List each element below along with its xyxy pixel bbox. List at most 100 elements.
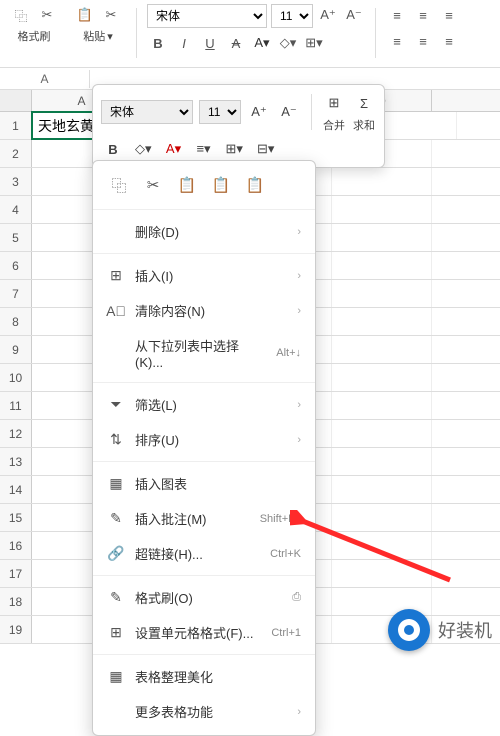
cell[interactable] [332,224,432,251]
menu-item-icon: ⇅ [107,431,125,449]
row-header[interactable]: 13 [0,448,32,475]
row-header[interactable]: 12 [0,420,32,447]
mini-align-button[interactable]: ≡▾ [192,137,216,161]
mini-font-size-select[interactable]: 11 [199,100,241,124]
menu-item-label: 筛选(L) [135,395,287,414]
increase-font-icon[interactable]: A⁺ [317,4,339,26]
mini-increase-font-icon[interactable]: A⁺ [247,100,271,124]
context-menu-item[interactable]: 🔗超链接(H)...Ctrl+K [93,536,315,571]
row-header[interactable]: 7 [0,280,32,307]
context-menu-item[interactable]: ⊞设置单元格格式(F)...Ctrl+1 [93,615,315,650]
ribbon-group-paste: 📋 ✂ 粘贴▾ [70,4,126,44]
row-header[interactable]: 19 [0,616,32,643]
cell[interactable] [332,504,432,531]
row-header[interactable]: 4 [0,196,32,223]
row-header[interactable]: 5 [0,224,32,251]
watermark-text: 好装机 [438,617,492,643]
autosum-icon[interactable]: Σ [352,91,376,115]
bold-button[interactable]: B [147,32,169,54]
context-menu-item[interactable]: ▦表格整理美化 [93,659,315,694]
sum-label[interactable]: 求和 [353,117,375,133]
cell[interactable] [332,448,432,475]
cell[interactable] [332,168,432,195]
select-all-corner[interactable] [0,90,32,111]
format-painter-icon[interactable]: ✂ [36,4,58,26]
mini-font-color-button[interactable]: A▾ [162,137,186,161]
align-bottom-icon[interactable]: ≡ [438,4,460,26]
menu-item-label: 表格整理美化 [135,667,301,686]
mini-decrease-font-icon[interactable]: A⁻ [277,100,301,124]
context-menu-item[interactable]: 从下拉列表中选择(K)...Alt+↓ [93,328,315,378]
paste-values-icon[interactable]: 📋 [243,173,267,197]
underline-button[interactable]: U [199,32,221,54]
row-header[interactable]: 6 [0,252,32,279]
row-header[interactable]: 8 [0,308,32,335]
cut-icon[interactable]: ✂ [141,173,165,197]
context-menu-item[interactable]: ⏷筛选(L)› [93,387,315,422]
font-size-select[interactable]: 11 [271,4,313,28]
cell[interactable] [332,560,432,587]
mini-bold-button[interactable]: B [101,137,125,161]
merge-label[interactable]: 合并 [323,117,345,133]
cell[interactable] [332,252,432,279]
cell[interactable] [332,532,432,559]
copy-icon[interactable]: ⿻ [10,4,32,26]
row-header[interactable]: 14 [0,476,32,503]
decrease-font-icon[interactable]: A⁻ [343,4,365,26]
copy-icon[interactable]: ⿻ [107,173,131,197]
align-left-icon[interactable]: ≡ [386,30,408,52]
context-menu-item[interactable]: A⃠清除内容(N)› [93,293,315,328]
font-name-select[interactable]: 宋体 [147,4,267,28]
format-painter-label[interactable]: 格式刷 [18,28,51,44]
fill-color-button[interactable]: ◇▾ [277,32,299,54]
row-header[interactable]: 1 [0,112,32,139]
context-menu-item[interactable]: ⊞插入(I)› [93,258,315,293]
watermark-logo-icon [388,609,430,651]
context-menu-item[interactable]: 删除(D)› [93,214,315,249]
cut-icon[interactable]: ✂ [100,4,122,26]
cell[interactable] [332,392,432,419]
italic-button[interactable]: I [173,32,195,54]
mini-font-name-select[interactable]: 宋体 [101,100,193,124]
paste-icon[interactable]: 📋 [74,4,96,26]
format-painter-pin-icon[interactable]: ⎙ [292,591,301,604]
name-box[interactable]: A [0,70,90,88]
context-menu-item[interactable]: ⇅排序(U)› [93,422,315,457]
cell[interactable] [332,336,432,363]
menu-item-label: 从下拉列表中选择(K)... [135,336,266,370]
merge-cells-icon[interactable]: ⊞ [322,91,346,115]
border-button[interactable]: ⊞▾ [303,32,325,54]
mini-fill-button[interactable]: ◇▾ [131,137,156,161]
menu-item-icon: ⊞ [107,624,125,642]
row-header[interactable]: 17 [0,560,32,587]
align-middle-icon[interactable]: ≡ [412,4,434,26]
row-header[interactable]: 10 [0,364,32,391]
paste-label[interactable]: 粘贴▾ [83,28,113,44]
font-color-button[interactable]: A▾ [251,32,273,54]
cell[interactable] [332,196,432,223]
cell[interactable] [332,280,432,307]
row-header[interactable]: 18 [0,588,32,615]
row-header[interactable]: 2 [0,140,32,167]
cell[interactable] [332,420,432,447]
cell[interactable] [332,476,432,503]
row-header[interactable]: 11 [0,392,32,419]
context-menu-item[interactable]: ▦插入图表 [93,466,315,501]
mini-format-button[interactable]: ⊟▾ [253,137,278,161]
row-header[interactable]: 9 [0,336,32,363]
align-center-icon[interactable]: ≡ [412,30,434,52]
row-header[interactable]: 3 [0,168,32,195]
align-top-icon[interactable]: ≡ [386,4,408,26]
cell[interactable] [332,364,432,391]
context-menu-item[interactable]: ✎插入批注(M)Shift+F2 [93,501,315,536]
mini-border-button[interactable]: ⊞▾ [222,137,247,161]
paste-special-icon[interactable]: 📋 [209,173,233,197]
row-header[interactable]: 15 [0,504,32,531]
row-header[interactable]: 16 [0,532,32,559]
strike-button[interactable]: A [225,32,247,54]
context-menu-item[interactable]: 更多表格功能› [93,694,315,729]
context-menu-item[interactable]: ✎格式刷(O)⎙ [93,580,315,615]
paste-icon[interactable]: 📋 [175,173,199,197]
cell[interactable] [332,308,432,335]
align-right-icon[interactable]: ≡ [438,30,460,52]
